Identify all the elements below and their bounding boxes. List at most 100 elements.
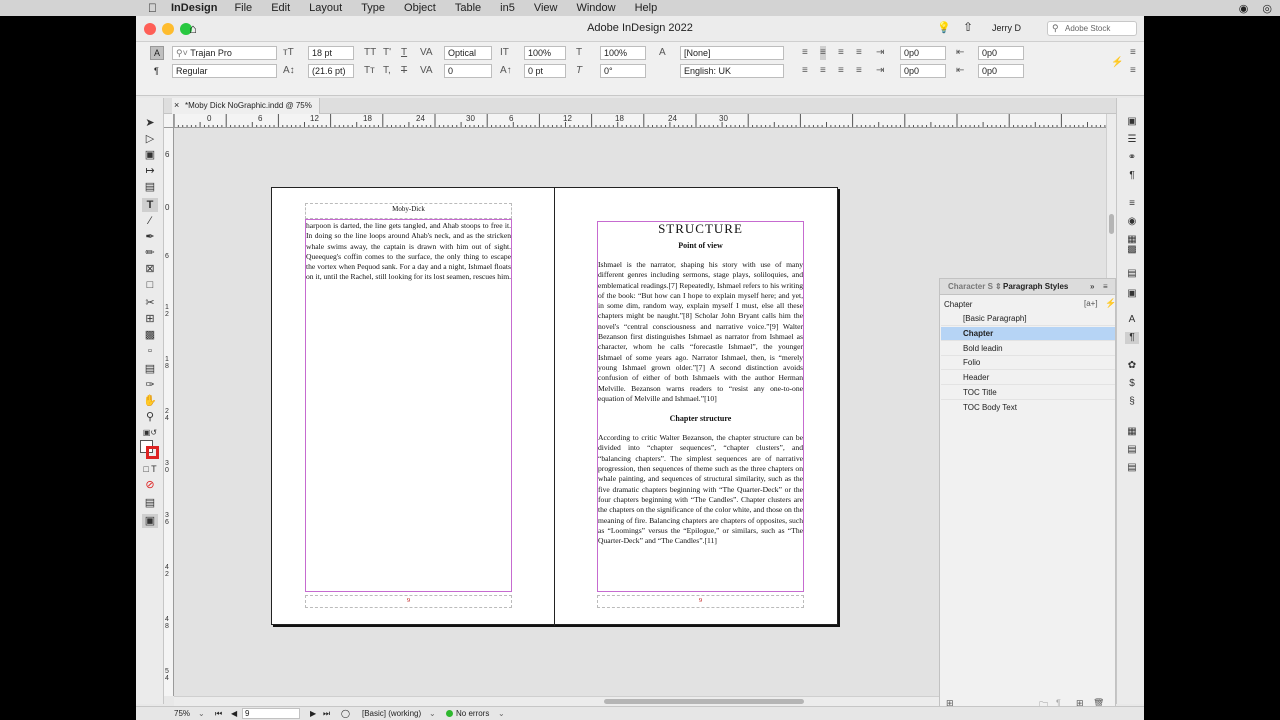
right-folio-frame[interactable]: 9 xyxy=(597,595,804,608)
align-right-icon[interactable]: ≡ xyxy=(838,46,844,60)
free-transform-tool-icon[interactable]: ⊞ xyxy=(142,312,158,326)
small-caps-icon[interactable]: Tт xyxy=(364,64,375,78)
preflight-status[interactable]: No errors xyxy=(456,707,489,720)
fill-stroke-swatch[interactable] xyxy=(140,440,160,460)
rectangle-frame-tool-icon[interactable]: ⊠ xyxy=(142,262,158,276)
paragraph-styles-panel-icon[interactable]: ¶ xyxy=(1125,332,1139,344)
character-styles-panel-icon[interactable]: A xyxy=(1125,314,1139,326)
section-heading-point-of-view[interactable]: Point of view xyxy=(598,241,803,250)
vertical-scroll-thumb[interactable] xyxy=(1109,214,1114,234)
table-panel-icon[interactable]: ▦ xyxy=(1125,426,1139,438)
vertical-ruler[interactable]: 6 0 6 1 2 1 8 2 4 3 0 3 6 4 2 4 8 5 4 xyxy=(164,128,174,696)
gradient-panel-icon[interactable]: ▩ xyxy=(1125,244,1139,256)
character-style-field[interactable]: [None] xyxy=(680,46,784,60)
paragraph-style-item[interactable]: TOC Body Text xyxy=(941,401,1115,415)
kerning-field[interactable]: Optical xyxy=(444,46,492,60)
menu-in5[interactable]: in5 xyxy=(500,2,515,14)
character-mode-icon[interactable]: A xyxy=(150,46,164,60)
section-heading-chapter-structure[interactable]: Chapter structure xyxy=(598,414,803,423)
lightbulb-icon[interactable]: 💡 xyxy=(937,21,951,34)
type-tool-icon[interactable]: T xyxy=(142,198,158,212)
last-page-icon[interactable]: ⏭ xyxy=(323,707,330,720)
ruler-origin[interactable] xyxy=(164,114,174,128)
align-towards-spine-icon[interactable]: ≡ xyxy=(856,46,862,60)
paragraph-mode-icon[interactable]: ¶ xyxy=(154,66,159,76)
leading-field[interactable]: (21.6 pt) xyxy=(308,64,354,78)
record-icon[interactable]: ◉ xyxy=(1239,2,1249,15)
direct-selection-tool-icon[interactable]: ▷ xyxy=(142,132,158,146)
new-style-group-icon[interactable]: [a+] xyxy=(1084,299,1098,308)
menu-table[interactable]: Table xyxy=(455,2,481,14)
point-of-view-paragraph[interactable]: Ishmael is the narrator, shaping his sto… xyxy=(598,260,803,404)
paragraph-style-item[interactable]: Folio xyxy=(941,356,1115,370)
table-styles-panel-icon[interactable]: § xyxy=(1125,396,1139,408)
chapter-structure-paragraph[interactable]: According to critic Walter Bezanson, the… xyxy=(598,433,803,546)
formatting-affects-text-icon[interactable]: □ T xyxy=(142,462,158,476)
collapse-panel-icon[interactable]: » xyxy=(1090,279,1094,295)
close-tab-icon[interactable]: × xyxy=(174,100,179,110)
baseline-shift-field[interactable]: 0 pt xyxy=(524,64,566,78)
all-caps-icon[interactable]: TT xyxy=(364,46,376,60)
skew-field[interactable]: 0° xyxy=(600,64,646,78)
paragraph-style-item[interactable]: TOC Title xyxy=(941,386,1115,400)
page-spread[interactable]: Moby-Dick harpoon is darted, the line ge… xyxy=(271,187,838,626)
screen-mode-icon[interactable]: ▤ xyxy=(142,496,158,510)
justify-right-icon[interactable]: ≡ xyxy=(838,64,844,78)
last-line-indent-field[interactable]: 0p0 xyxy=(978,64,1024,78)
font-size-field[interactable]: 18 pt xyxy=(308,46,354,60)
right-text-frame[interactable]: STRUCTURE Point of view Ishmael is the n… xyxy=(597,221,804,592)
stroke-swatch[interactable] xyxy=(146,446,159,459)
justify-all-icon[interactable]: ≡ xyxy=(856,64,862,78)
wireless-icon[interactable]: ◎ xyxy=(1262,2,1272,15)
horizontal-ruler[interactable]: 0 6 12 18 24 30 6 12 18 24 30 xyxy=(174,114,1106,128)
next-page-icon[interactable]: ▶ xyxy=(310,707,316,720)
horizontal-scroll-thumb[interactable] xyxy=(604,699,804,704)
left-indent-field[interactable]: 0p0 xyxy=(900,46,946,60)
underline-icon[interactable]: T xyxy=(401,46,407,60)
menu-window[interactable]: Window xyxy=(576,2,615,14)
default-fill-stroke-icon[interactable]: ▣↺ xyxy=(142,426,158,440)
previous-page-icon[interactable]: ◀ xyxy=(231,707,237,720)
language-field[interactable]: English: UK xyxy=(680,64,784,78)
open-page-icon[interactable]: ◯ xyxy=(341,707,350,720)
text-wrap-panel-icon[interactable]: ▤ xyxy=(1125,444,1139,456)
zoom-tool-icon[interactable]: ⚲ xyxy=(142,410,158,424)
menu-file[interactable]: File xyxy=(234,2,252,14)
preflight-dropdown-icon[interactable]: ⌄ xyxy=(498,707,505,720)
align-left-icon[interactable]: ≡ xyxy=(802,46,808,60)
tracking-field[interactable]: 0 xyxy=(444,64,492,78)
font-family-field[interactable]: ⚲˅ Trajan Pro xyxy=(172,46,277,60)
cc-libraries-panel-icon[interactable]: ▤ xyxy=(1125,462,1139,474)
object-styles-panel-icon[interactable]: ✿ xyxy=(1125,360,1139,372)
right-indent-field[interactable]: 0p0 xyxy=(978,46,1024,60)
rectangle-tool-icon[interactable]: □ xyxy=(142,278,158,292)
paragraph-style-item[interactable]: Header xyxy=(941,371,1115,385)
menu-view[interactable]: View xyxy=(534,2,558,14)
menu-type[interactable]: Type xyxy=(361,2,385,14)
menu-app-name[interactable]: InDesign xyxy=(171,2,217,14)
horizontal-scale-field[interactable]: 100% xyxy=(600,46,646,60)
gradient-swatch-tool-icon[interactable]: ▩ xyxy=(142,328,158,342)
adobe-stock-search[interactable]: ⚲ Adobe Stock xyxy=(1047,21,1137,36)
clear-overrides-icon[interactable]: ⚡ xyxy=(1105,298,1116,309)
paragraph-style-item[interactable]: Bold leadin xyxy=(941,342,1115,356)
document-state[interactable]: [Basic] (working) xyxy=(362,707,421,720)
pen-tool-icon[interactable]: ✒ xyxy=(142,230,158,244)
hand-tool-icon[interactable]: ✋ xyxy=(142,394,158,408)
vertical-scale-field[interactable]: 100% xyxy=(524,46,566,60)
pathfinder-panel-icon[interactable]: ▣ xyxy=(1125,288,1139,300)
panel-menu-icon[interactable]: ≡ xyxy=(1130,64,1136,78)
eyedropper-tool-icon[interactable]: ✑ xyxy=(142,378,158,392)
pages-panel-icon[interactable]: ▣ xyxy=(1125,116,1139,128)
color-panel-icon[interactable]: ◉ xyxy=(1125,216,1139,228)
justify-center-icon[interactable]: ≡ xyxy=(820,64,826,78)
strikethrough-icon[interactable]: T xyxy=(401,64,407,78)
document-tab[interactable]: × *Moby Dick NoGraphic.indd @ 75% xyxy=(172,98,320,114)
page-tool-icon[interactable]: ▣ xyxy=(142,148,158,162)
align-center-icon[interactable]: ≡ xyxy=(820,46,826,60)
gap-tool-icon[interactable]: ↦ xyxy=(142,164,158,178)
links-panel-icon[interactable]: ⚭ xyxy=(1125,152,1139,164)
align-panel-icon[interactable]: ▤ xyxy=(1125,268,1139,280)
tab-paragraph-styles[interactable]: Paragraph Styles xyxy=(1003,279,1068,295)
pencil-tool-icon[interactable]: ✏ xyxy=(142,246,158,260)
